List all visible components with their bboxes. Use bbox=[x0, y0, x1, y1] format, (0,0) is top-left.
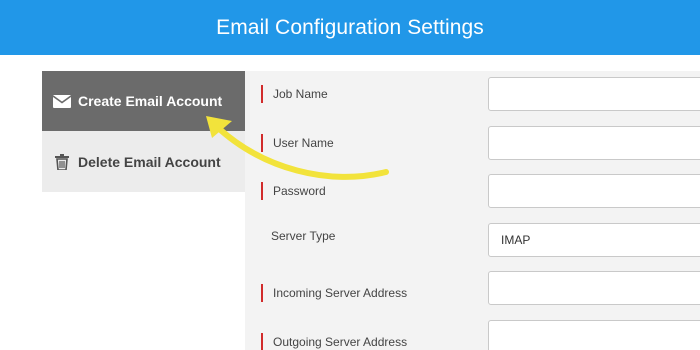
page-title: Email Configuration Settings bbox=[216, 15, 484, 39]
job-name-input[interactable] bbox=[488, 77, 700, 111]
form-row-server-type: Server Type IMAP bbox=[245, 223, 700, 257]
sidebar-item-create-email-account[interactable]: Create Email Account bbox=[42, 71, 253, 131]
user-name-label: User Name bbox=[273, 136, 334, 150]
required-marker bbox=[261, 333, 263, 350]
form-row-user-name: User Name bbox=[245, 126, 700, 160]
server-type-label: Server Type bbox=[271, 229, 336, 243]
envelope-icon bbox=[52, 93, 72, 109]
incoming-server-input[interactable] bbox=[488, 271, 700, 305]
outgoing-server-label: Outgoing Server Address bbox=[273, 335, 408, 349]
form-row-job-name: Job Name bbox=[245, 77, 700, 111]
incoming-server-label: Incoming Server Address bbox=[273, 286, 408, 300]
email-config-form: Job Name User Name Password Server Type … bbox=[245, 71, 700, 350]
form-row-password: Password bbox=[245, 174, 700, 208]
required-marker bbox=[261, 182, 263, 200]
user-name-input[interactable] bbox=[488, 126, 700, 160]
sidebar-item-label: Create Email Account bbox=[78, 93, 223, 109]
required-marker bbox=[261, 284, 263, 302]
sidebar-item-delete-email-account[interactable]: Delete Email Account bbox=[42, 131, 245, 192]
job-name-label: Job Name bbox=[273, 87, 328, 101]
required-marker bbox=[261, 85, 263, 103]
form-row-incoming-server: Incoming Server Address bbox=[245, 271, 700, 305]
sidebar-item-label: Delete Email Account bbox=[78, 153, 221, 170]
required-marker bbox=[261, 134, 263, 152]
header-bar: Email Configuration Settings bbox=[0, 0, 700, 55]
sidebar: Create Email Account Delete Email Accoun… bbox=[42, 71, 253, 192]
outgoing-server-input[interactable] bbox=[488, 320, 700, 350]
password-label: Password bbox=[273, 184, 326, 198]
form-row-outgoing-server: Outgoing Server Address bbox=[245, 320, 700, 350]
server-type-select[interactable]: IMAP bbox=[488, 223, 700, 257]
server-type-value: IMAP bbox=[501, 233, 531, 247]
trash-icon bbox=[52, 153, 72, 170]
password-input[interactable] bbox=[488, 174, 700, 208]
